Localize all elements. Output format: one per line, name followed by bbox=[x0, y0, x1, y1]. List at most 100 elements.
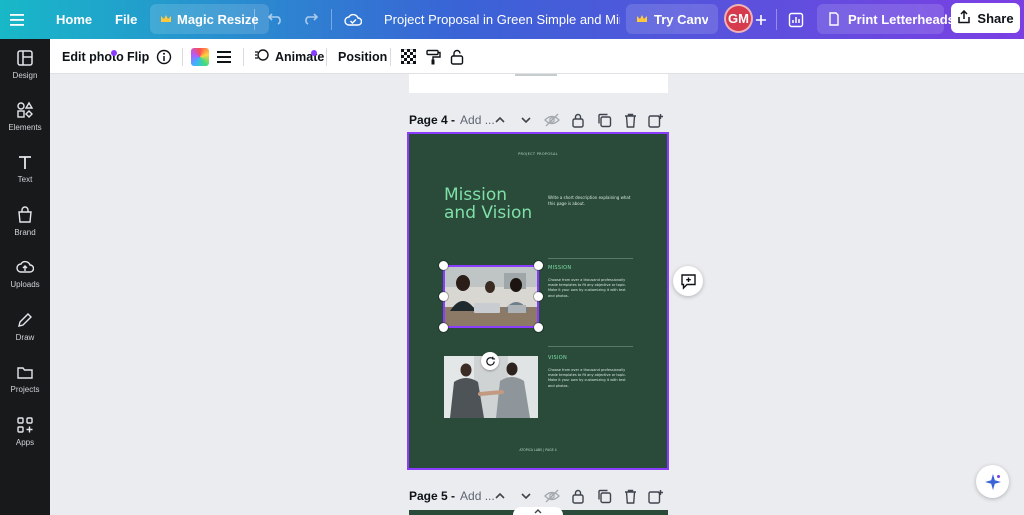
border-style-icon[interactable] bbox=[217, 39, 233, 74]
sidebar-item-brand[interactable]: Brand bbox=[0, 196, 50, 246]
duplicate-page-icon[interactable] bbox=[596, 488, 612, 504]
move-page-up-icon[interactable] bbox=[492, 488, 508, 504]
page-title-input[interactable]: Add ... bbox=[460, 489, 495, 503]
resize-handle-top-left[interactable] bbox=[439, 261, 448, 270]
elements-icon bbox=[17, 101, 34, 118]
hide-page-icon[interactable] bbox=[544, 488, 560, 504]
share-label: Share bbox=[977, 10, 1014, 26]
sidebar-item-label: Uploads bbox=[10, 279, 40, 289]
page-number-label: Page 4 - bbox=[409, 113, 456, 127]
cloud-saved-icon[interactable] bbox=[344, 0, 362, 39]
redo-icon[interactable] bbox=[302, 0, 318, 39]
print-letterheads-button[interactable]: Print Letterheads bbox=[817, 4, 955, 34]
sidebar-item-draw[interactable]: Draw bbox=[0, 301, 50, 351]
home-button[interactable]: Home bbox=[56, 0, 92, 39]
resize-handle-left[interactable] bbox=[439, 292, 448, 301]
canva-assistant-button[interactable] bbox=[976, 465, 1009, 498]
crown-icon bbox=[636, 14, 648, 24]
resize-handle-top-right[interactable] bbox=[534, 261, 543, 270]
sidebar-item-text[interactable]: Text bbox=[0, 143, 50, 193]
file-menu-button[interactable]: File bbox=[115, 0, 137, 39]
projects-icon bbox=[17, 366, 33, 379]
try-canva-pro-button[interactable]: Try Canva bbox=[626, 4, 718, 34]
mission-body[interactable]: Choose from over a thousand professional… bbox=[548, 278, 630, 299]
animate-icon bbox=[254, 48, 270, 65]
analytics-icon[interactable] bbox=[788, 0, 804, 39]
slide-footer[interactable]: ATOPICA LABS | PAGE 4 bbox=[409, 448, 667, 452]
left-sidebar: Design Elements Text Brand Uploads Draw … bbox=[0, 39, 50, 515]
sparkle-icon bbox=[984, 473, 1001, 490]
rainbow-color-icon bbox=[191, 47, 209, 66]
sidebar-item-design[interactable]: Design bbox=[0, 39, 50, 89]
sidebar-item-uploads[interactable]: Uploads bbox=[0, 248, 50, 298]
move-page-down-icon[interactable] bbox=[518, 488, 534, 504]
design-icon bbox=[17, 49, 33, 66]
image-selection-box bbox=[443, 265, 539, 328]
divider bbox=[776, 9, 777, 30]
position-button[interactable]: Position bbox=[338, 39, 387, 74]
vision-heading[interactable]: VISION bbox=[548, 355, 567, 361]
duplicate-page-icon[interactable] bbox=[596, 112, 612, 128]
sidebar-item-label: Text bbox=[17, 174, 33, 184]
magic-resize-label: Magic Resize bbox=[177, 11, 259, 27]
paint-roller-icon[interactable] bbox=[425, 39, 441, 74]
transparency-icon[interactable] bbox=[401, 39, 416, 74]
info-icon[interactable] bbox=[156, 39, 172, 74]
chevron-up-icon bbox=[534, 509, 542, 514]
context-toolbar: Edit photo Flip Animate Position bbox=[50, 39, 1024, 74]
share-button[interactable]: Share bbox=[951, 3, 1020, 33]
animate-button[interactable]: Animate bbox=[254, 39, 324, 74]
slide-description[interactable]: Write a short description explaining wha… bbox=[548, 195, 636, 207]
rotate-handle[interactable] bbox=[481, 352, 499, 370]
apps-icon bbox=[17, 416, 33, 433]
sidebar-item-label: Design bbox=[12, 70, 38, 80]
divider bbox=[182, 48, 183, 66]
document-title[interactable]: Project Proposal in Green Simple and Min… bbox=[384, 0, 620, 39]
resize-handle-right[interactable] bbox=[534, 292, 543, 301]
magic-resize-button[interactable]: Magic Resize bbox=[150, 4, 269, 34]
menu-icon[interactable] bbox=[10, 0, 38, 39]
text-icon bbox=[19, 155, 31, 169]
sidebar-item-projects[interactable]: Projects bbox=[0, 353, 50, 403]
divider bbox=[331, 9, 332, 30]
top-bar: Home File Magic Resize Project Proposal … bbox=[0, 0, 1024, 39]
crown-icon bbox=[160, 14, 172, 24]
add-page-icon[interactable] bbox=[648, 488, 664, 504]
lock-page-icon[interactable] bbox=[570, 112, 586, 128]
new-feature-dot bbox=[111, 50, 117, 56]
flip-button[interactable]: Flip bbox=[127, 39, 149, 74]
vision-body[interactable]: Choose from over a thousand professional… bbox=[548, 368, 630, 389]
slide-title-line: Mission bbox=[444, 185, 508, 205]
add-collaborator-icon[interactable] bbox=[755, 0, 767, 39]
edit-photo-button[interactable]: Edit photo bbox=[62, 39, 124, 74]
sidebar-item-elements[interactable]: Elements bbox=[0, 91, 50, 141]
rotate-icon bbox=[485, 356, 495, 366]
hide-page-icon[interactable] bbox=[544, 112, 560, 128]
color-swatch-button[interactable] bbox=[191, 39, 209, 74]
sidebar-item-label: Brand bbox=[14, 227, 36, 237]
show-pages-toggle[interactable] bbox=[513, 507, 563, 515]
avatar[interactable]: GM bbox=[724, 4, 753, 33]
move-page-down-icon[interactable] bbox=[518, 112, 534, 128]
divider bbox=[254, 9, 255, 30]
slide-eyebrow[interactable]: PROJECT PROPOSAL bbox=[409, 152, 667, 156]
mission-heading[interactable]: MISSION bbox=[548, 265, 571, 271]
brand-icon bbox=[18, 205, 32, 223]
add-comment-button[interactable] bbox=[673, 266, 703, 296]
divider bbox=[243, 48, 244, 66]
page-title-input[interactable]: Add ... bbox=[460, 113, 495, 127]
undo-icon[interactable] bbox=[268, 0, 284, 39]
lock-page-icon[interactable] bbox=[570, 488, 586, 504]
page-4-header: Page 4 - Add ... bbox=[409, 111, 495, 129]
resize-handle-bottom-left[interactable] bbox=[439, 323, 448, 332]
delete-page-icon[interactable] bbox=[622, 488, 638, 504]
new-feature-dot bbox=[311, 50, 317, 56]
add-page-icon[interactable] bbox=[648, 112, 664, 128]
uploads-icon bbox=[16, 260, 34, 273]
resize-handle-bottom-right[interactable] bbox=[534, 323, 543, 332]
delete-page-icon[interactable] bbox=[622, 112, 638, 128]
lock-icon[interactable] bbox=[450, 39, 464, 74]
move-page-up-icon[interactable] bbox=[492, 112, 508, 128]
sidebar-item-apps[interactable]: Apps bbox=[0, 406, 50, 456]
slide-title[interactable]: Mission and Vision bbox=[444, 186, 554, 222]
